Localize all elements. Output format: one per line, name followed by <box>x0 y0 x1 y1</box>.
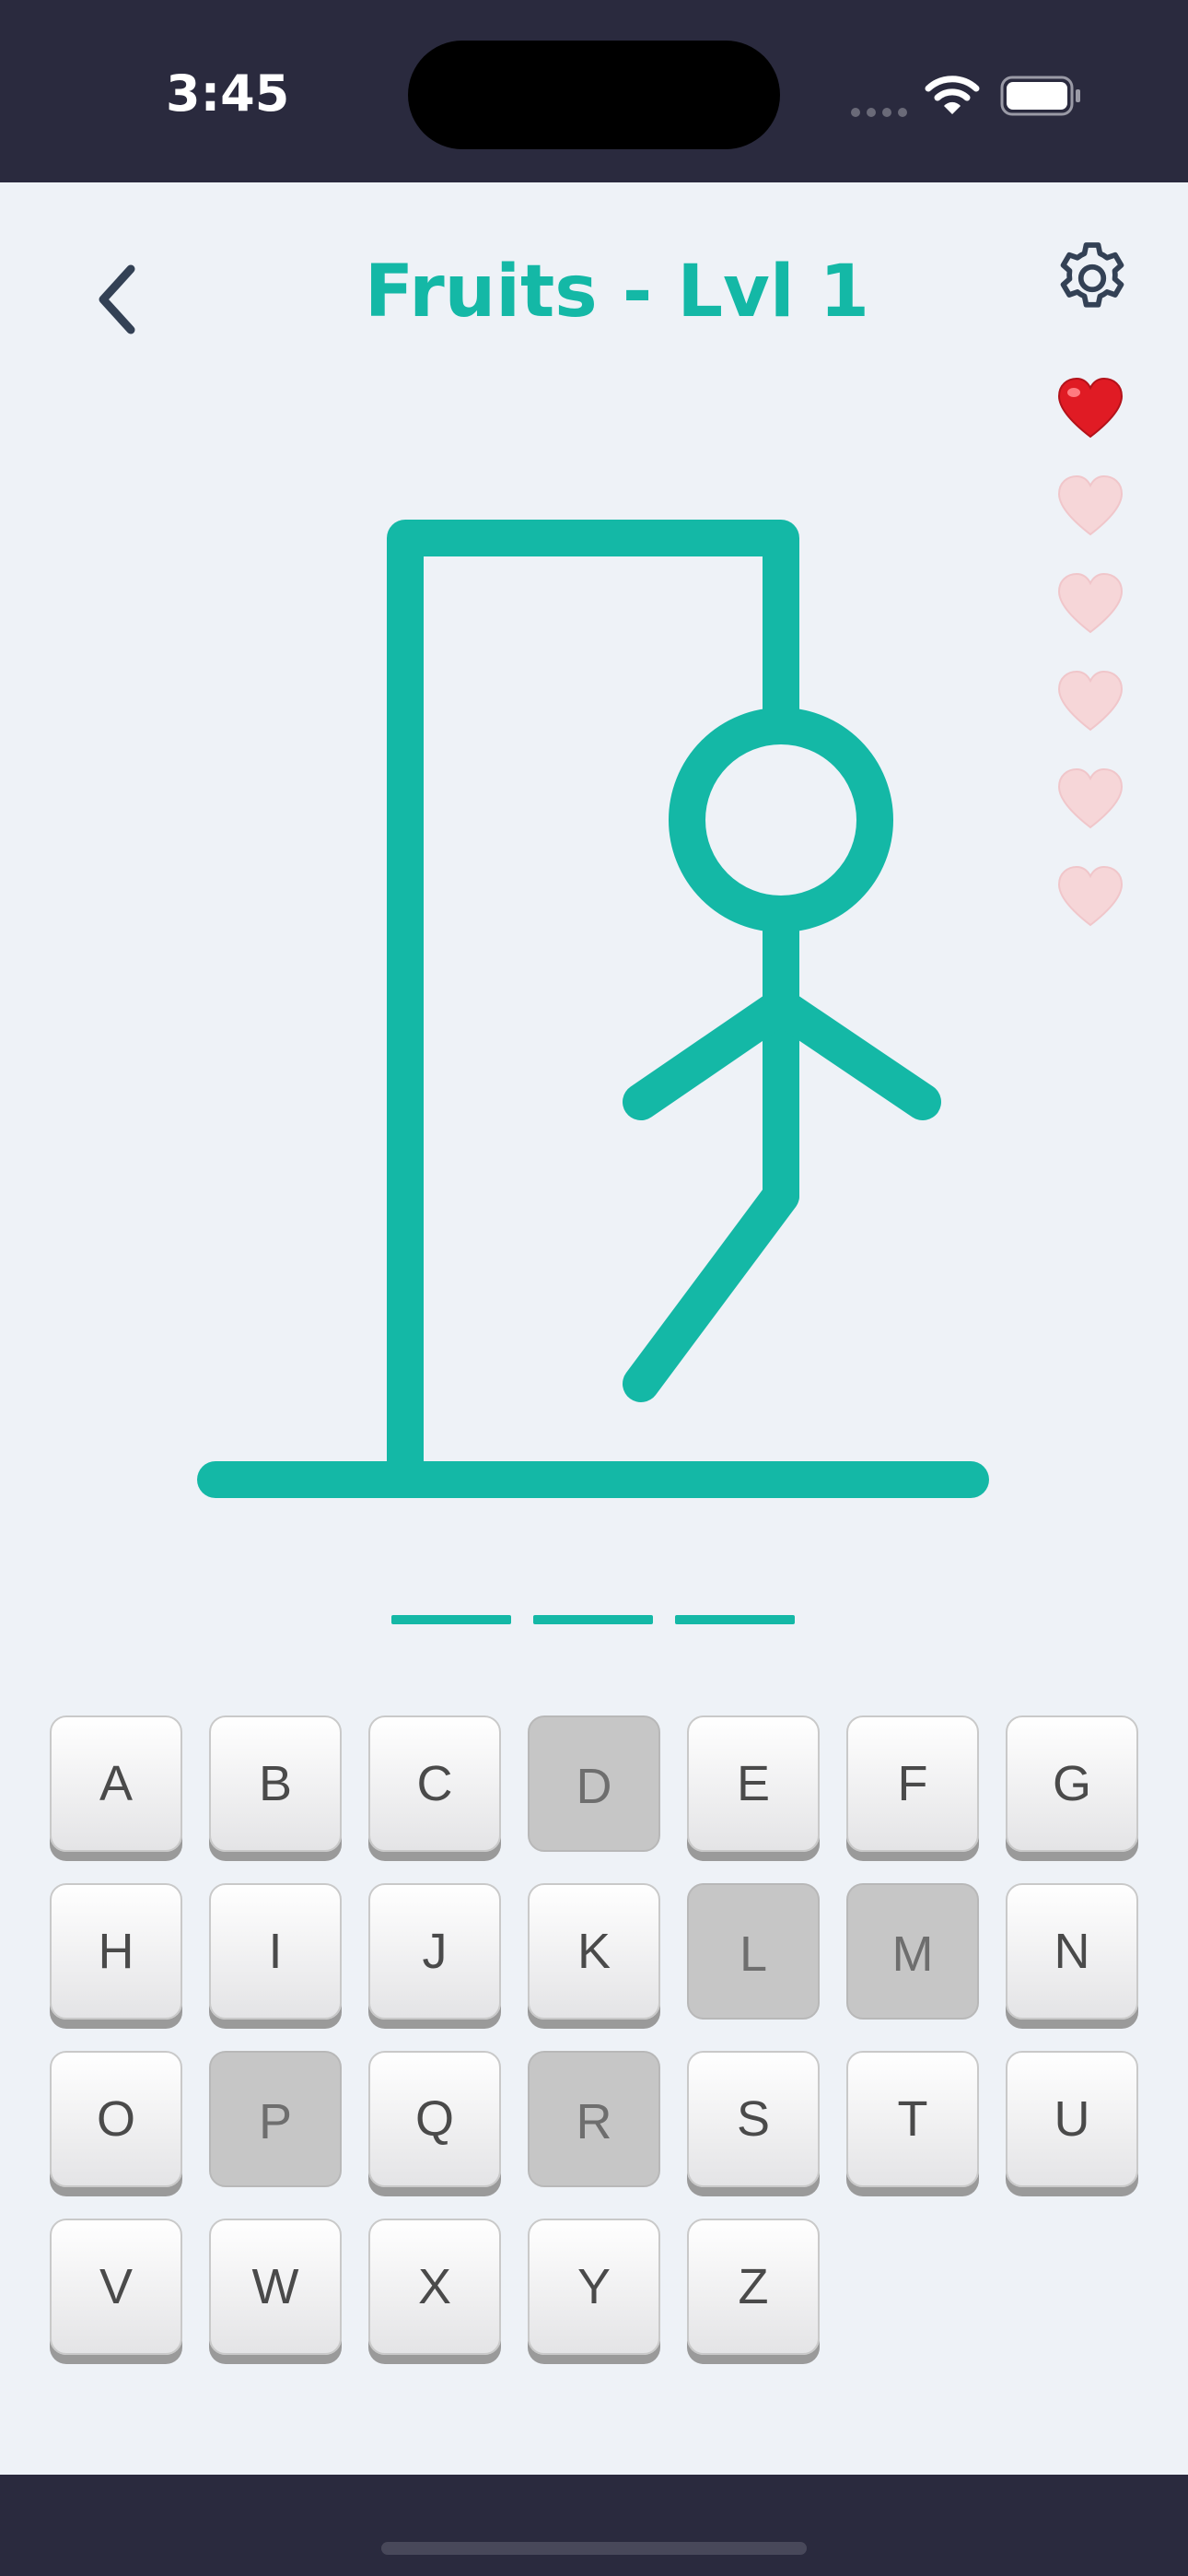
key-h[interactable]: H <box>50 1883 182 2020</box>
key-q[interactable]: Q <box>368 2051 501 2187</box>
key-a[interactable]: A <box>50 1715 182 1852</box>
gallows-frame <box>387 520 799 1498</box>
key-t[interactable]: T <box>846 2051 979 2187</box>
key-z[interactable]: Z <box>687 2219 820 2355</box>
key-g[interactable]: G <box>1006 1715 1138 1852</box>
key-r[interactable]: R <box>528 2051 660 2187</box>
hangman-drawing <box>197 520 989 1498</box>
hangman-head <box>669 708 893 932</box>
key-k[interactable]: K <box>528 1883 660 2020</box>
home-indicator <box>381 2542 807 2555</box>
key-s[interactable]: S <box>687 2051 820 2187</box>
key-b[interactable]: B <box>209 1715 342 1852</box>
key-f[interactable]: F <box>846 1715 979 1852</box>
key-x[interactable]: X <box>368 2219 501 2355</box>
letter-slot <box>533 1615 653 1624</box>
letter-slot <box>675 1615 795 1624</box>
key-j[interactable]: J <box>368 1883 501 2020</box>
hangman-leg <box>623 1177 799 1402</box>
key-y[interactable]: Y <box>528 2219 660 2355</box>
bottom-bar <box>0 2475 1188 2576</box>
key-l[interactable]: L <box>687 1883 820 2020</box>
key-d[interactable]: D <box>528 1715 660 1852</box>
key-v[interactable]: V <box>50 2219 182 2355</box>
key-i[interactable]: I <box>209 1883 342 2020</box>
key-o[interactable]: O <box>50 2051 182 2187</box>
key-c[interactable]: C <box>368 1715 501 1852</box>
word-slots <box>391 1610 817 1628</box>
key-e[interactable]: E <box>687 1715 820 1852</box>
letter-slot <box>391 1615 511 1624</box>
key-u[interactable]: U <box>1006 2051 1138 2187</box>
key-n[interactable]: N <box>1006 1883 1138 2020</box>
key-m[interactable]: M <box>846 1883 979 2020</box>
key-w[interactable]: W <box>209 2219 342 2355</box>
key-p[interactable]: P <box>209 2051 342 2187</box>
